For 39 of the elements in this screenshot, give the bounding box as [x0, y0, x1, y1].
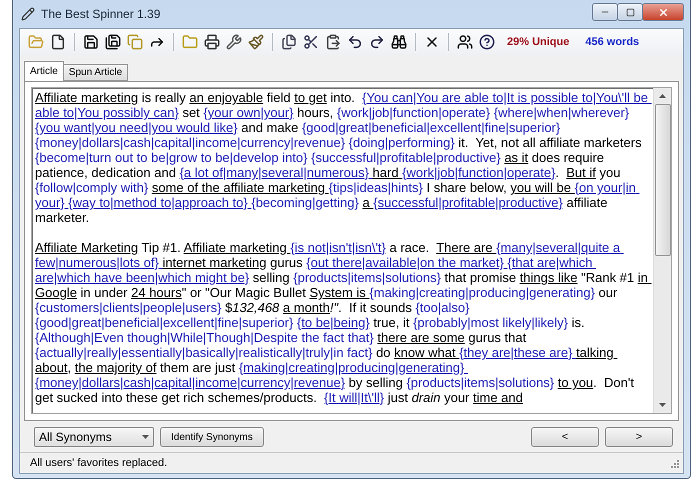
maximize-button[interactable] — [617, 3, 643, 21]
identify-synonyms-button[interactable]: Identify Synonyms — [160, 427, 264, 447]
tab[interactable]: Article — [24, 61, 64, 81]
unique-percentage: 29% Unique — [507, 36, 570, 48]
save-all-icon[interactable] — [105, 34, 121, 50]
maximize-icon — [626, 8, 634, 16]
article-paragraph: Affiliate Marketing Tip #1. Affiliate marketing {is not|isn't|isn\'t} a race. There are {many|several|quite a few|numerous|lots of} internet marketing gurus {out there|available|on the market} {that are|which are|which have been|which might be} selling {products|items|solutions} that promise things like "Rank #1 in Google in under 24 hours" or "Our Magic Bullet System is {making|creating|producing|generating} our {customers|clients|people|users} $132,468 a month!". If it sounds {too|also} {good|great|beneficial|excellent|fine|superior} {to be|being} true, it {probably|most likely|likely} is. {Although|Even though|While|Though|Despite the fact that} there are some gurus that {actually|really|essentially|basically|realistically|truly|in fact} do know what {they are|these are} talking about, the majority of them are just {making|creating|producing|generating} {money|dollars|cash|capital|income|currency|revenue} by selling {products|items|solutions} to you. Don't get sucked into these get rich schemes/products. {It will|It\'ll} just drain your time and — [35, 240, 649, 405]
binoculars-icon[interactable] — [391, 34, 407, 50]
status-text: All users' favorites replaced. — [30, 457, 168, 469]
printer-icon[interactable] — [204, 34, 220, 50]
word-count: 456 words — [585, 36, 640, 48]
copy-icon[interactable] — [281, 34, 297, 50]
people-icon[interactable] — [457, 34, 473, 50]
close-button[interactable] — [642, 3, 684, 21]
pencil-icon — [21, 7, 35, 21]
scroll-up-icon — [659, 94, 666, 98]
article-paragraph: Affiliate marketing is really an enjoyable field to get into. {You can|You are able to|It is possible to|You\'ll be able to|You possibly can} set {your own|your} hours, {work|job|function|operate} {where|when|wherever} {you want|you need|you would like} and make {good|great|beneficial|excellent|fine|superior} {money|dollars|cash|capital|income|currency|revenue} {doing|performing} it. Yet, not all affiliate marketers {become|turn out to be|grow to be|develop into} {successful|profitable|productive} as it does require patience, dedication and {a lot of|many|several|numerous} hard {work|job|function|operate}. But if you {follow|comply with} some of the affiliate marketing {tips|ideas|hints} I share below, you will be {on your|in your} {way to|method to|approach to} {becoming|getting} a {successful|profitable|productive} affiliate marketer. — [35, 90, 649, 225]
undo-icon[interactable] — [347, 34, 363, 50]
next-button[interactable]: > — [605, 427, 673, 447]
scroll-down-icon — [659, 403, 666, 407]
resize-grip-icon[interactable] — [670, 458, 679, 468]
tab[interactable]: Spun Article — [62, 64, 128, 81]
paste-icon[interactable] — [325, 34, 341, 50]
documents-icon[interactable] — [127, 34, 143, 50]
help-icon[interactable] — [479, 34, 495, 50]
synonym-filter-dropdown[interactable]: All Synonyms — [34, 427, 154, 447]
scrollbar-thumb[interactable] — [654, 104, 670, 256]
redo-icon[interactable] — [369, 34, 385, 50]
previous-button[interactable]: < — [531, 427, 599, 447]
minimize-button[interactable] — [592, 3, 618, 21]
window-title: The Best Spinner 1.39 — [41, 7, 160, 21]
paintbrush-icon[interactable] — [248, 34, 264, 50]
scrollbar[interactable] — [653, 88, 671, 413]
close-icon — [658, 6, 668, 18]
dropdown-caret-icon — [142, 435, 149, 439]
save-icon[interactable] — [83, 34, 99, 50]
cut-icon[interactable] — [303, 34, 319, 50]
wrench-icon[interactable] — [226, 34, 242, 50]
new-file-icon[interactable] — [50, 34, 66, 50]
